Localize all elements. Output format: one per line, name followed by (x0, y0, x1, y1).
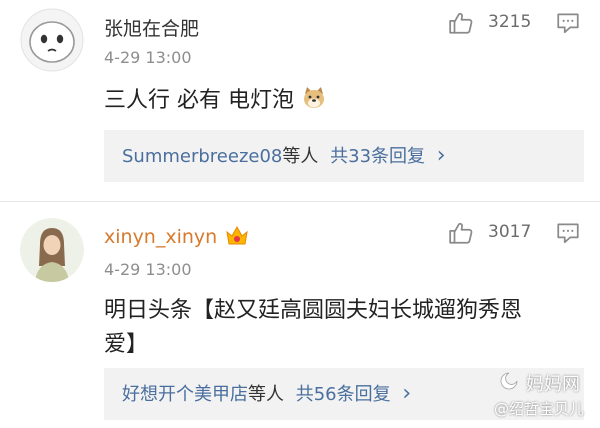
reply-count-link[interactable]: 共33条回复 (330, 146, 425, 167)
watermark-site-name: 妈妈网 (526, 374, 580, 395)
reply-etc-label: 等人 (248, 384, 284, 405)
chevron-right-icon: › (402, 381, 412, 406)
comment-icon (557, 13, 579, 34)
avatar[interactable] (20, 218, 84, 282)
timestamp: 4-29 13:00 (104, 48, 192, 67)
comment-item: 张旭在合肥 4-29 13:00 3215 三人行 必有 电灯泡 Summerb… (0, 0, 600, 200)
like-button[interactable]: 3215 (446, 8, 542, 38)
watermark-user: @绍哲宝贝儿 (494, 400, 585, 418)
like-count: 3215 (488, 12, 532, 32)
reply-count-link[interactable]: 共56条回复 (296, 384, 391, 405)
like-count: 3017 (488, 222, 532, 242)
reply-usernames[interactable]: Summerbreeze08 (122, 146, 282, 167)
vip-crown-badge-icon (226, 225, 248, 245)
thumbs-up-icon (449, 222, 473, 244)
watermark: 妈妈网 @绍哲宝贝儿 (494, 370, 600, 426)
comment-text-line: 明日头条【赵又廷高圆圆夫妇长城遛狗秀恩 (104, 298, 523, 323)
mamawang-logo-icon (500, 372, 518, 390)
reply-etc-label: 等人 (282, 146, 319, 167)
reply-button[interactable] (555, 10, 583, 38)
comment-text-line: 三人行 必有 电灯泡 (104, 88, 294, 113)
timestamp: 4-29 13:00 (104, 260, 192, 279)
reply-summary[interactable]: Summerbreeze08等人 共33条回复 › (104, 130, 584, 182)
reply-button[interactable] (555, 220, 583, 248)
chevron-right-icon: › (436, 143, 446, 168)
doge-emoji-icon (304, 87, 324, 108)
comment-text-line: 爱】 (104, 332, 149, 357)
comment-text: 明日头条【赵又廷高圆圆夫妇长城遛狗秀恩 爱】 (104, 294, 522, 362)
reply-summary-text: 好想开个美甲店等人 共56条回复 › (122, 368, 411, 421)
comment-icon (557, 223, 579, 244)
username[interactable]: 张旭在合肥 (104, 14, 199, 41)
username[interactable]: xinyn_xinyn (104, 224, 249, 248)
avatar[interactable] (20, 8, 84, 72)
reply-summary-text: Summerbreeze08等人 共33条回复 › (122, 130, 446, 183)
thumbs-up-icon (449, 12, 473, 34)
username-text: xinyn_xinyn (104, 226, 218, 248)
like-button[interactable]: 3017 (446, 218, 542, 248)
reply-usernames[interactable]: 好想开个美甲店 (122, 384, 248, 405)
comment-text: 三人行 必有 电灯泡 (104, 84, 327, 118)
